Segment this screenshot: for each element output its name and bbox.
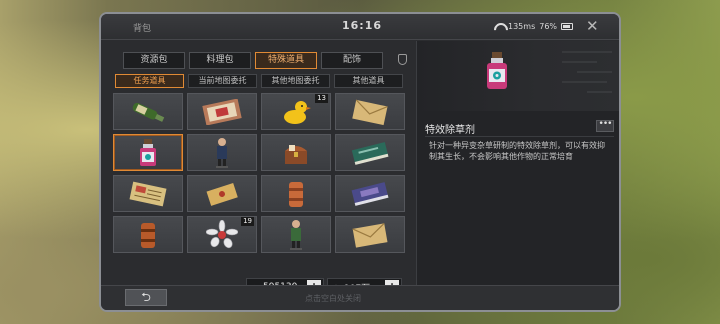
tab-cooking[interactable]: 料理包 bbox=[189, 52, 251, 69]
map-icon bbox=[129, 181, 167, 206]
subtab-other-items[interactable]: 其他道具 bbox=[334, 74, 403, 88]
backpack-window: 背包 16:16 135ms 76% ✕ 资源包 料理包 特殊道具 配饰 任务道… bbox=[99, 12, 621, 312]
item-slot[interactable] bbox=[335, 134, 405, 171]
tab-resources[interactable]: 资源包 bbox=[123, 52, 185, 69]
window-title: 背包 bbox=[133, 24, 152, 34]
chest-icon bbox=[285, 144, 307, 164]
tab-accessories[interactable]: 配饰 bbox=[321, 52, 383, 69]
subtab-quest-items[interactable]: 任务道具 bbox=[115, 74, 184, 88]
item-slot[interactable] bbox=[335, 175, 405, 212]
potion-icon bbox=[487, 52, 507, 89]
item-filter-tabs: 任务道具 当前地图委托 其他地图委托 其他道具 bbox=[115, 74, 403, 88]
item-slot[interactable] bbox=[113, 216, 183, 253]
back-button[interactable]: ⮌ bbox=[125, 289, 167, 306]
figurine-green-icon bbox=[290, 219, 302, 250]
notebook-icon bbox=[351, 181, 389, 206]
top-bar: 背包 16:16 135ms 76% ✕ bbox=[101, 14, 619, 40]
item-slot[interactable] bbox=[261, 216, 331, 253]
item-preview bbox=[417, 41, 619, 111]
item-slot[interactable]: 13 bbox=[261, 93, 331, 130]
close-hint: 点击空白处关闭 bbox=[305, 294, 361, 303]
item-slot-selected[interactable] bbox=[113, 134, 183, 171]
bottle-icon bbox=[132, 102, 165, 122]
item-slot[interactable] bbox=[187, 93, 257, 130]
flower-icon bbox=[206, 219, 238, 248]
item-detail-panel: 特效除草剂 ••• 针对一种异变杂草研制的特效除草剂，可以有效抑制其生长，不会影… bbox=[416, 41, 619, 285]
ping-text: 135ms bbox=[508, 22, 536, 31]
canister-icon bbox=[289, 181, 303, 207]
tab-special-items[interactable]: 特殊道具 bbox=[255, 52, 317, 69]
envelope-icon bbox=[352, 98, 388, 125]
item-slot[interactable] bbox=[113, 175, 183, 212]
item-slot[interactable] bbox=[261, 134, 331, 171]
item-slot[interactable] bbox=[187, 175, 257, 212]
certificate-icon bbox=[202, 98, 242, 125]
item-slot[interactable]: 19 bbox=[187, 216, 257, 253]
close-icon[interactable]: ✕ bbox=[586, 17, 599, 35]
bag-tabs: 资源包 料理包 特殊道具 配饰 bbox=[123, 52, 383, 69]
item-count: 19 bbox=[241, 217, 254, 226]
inventory-panel: 资源包 料理包 特殊道具 配饰 任务道具 当前地图委托 其他地图委托 其他道具 bbox=[101, 40, 413, 296]
item-count: 13 bbox=[315, 94, 328, 103]
battery-text: 76% bbox=[539, 22, 558, 31]
letter-icon bbox=[206, 182, 238, 206]
barrel-icon bbox=[141, 222, 155, 248]
subtab-other-map-commissions[interactable]: 其他地图委托 bbox=[261, 74, 330, 88]
duck-icon bbox=[284, 100, 311, 124]
divider bbox=[425, 136, 614, 137]
bottom-bar: ⮌ 点击空白处关闭 bbox=[101, 285, 619, 310]
potion-icon bbox=[140, 138, 156, 166]
item-slot[interactable] bbox=[261, 175, 331, 212]
item-slot[interactable] bbox=[335, 216, 405, 253]
wifi-icon bbox=[494, 23, 504, 31]
decorative-lines-icon bbox=[562, 51, 612, 93]
item-grid: 13 19 bbox=[113, 93, 405, 253]
item-description: 针对一种异变杂草研制的特效除草剂，可以有效抑制其生长，不会影响其他作物的正常培育 bbox=[429, 141, 605, 161]
item-slot[interactable] bbox=[335, 93, 405, 130]
item-name: 特效除草剂 bbox=[425, 125, 475, 136]
item-slot[interactable] bbox=[187, 134, 257, 171]
item-slot[interactable] bbox=[113, 93, 183, 130]
more-options-button[interactable]: ••• bbox=[596, 120, 614, 132]
battery-icon bbox=[561, 23, 574, 30]
book-icon bbox=[351, 141, 389, 165]
subtab-current-map-commissions[interactable]: 当前地图委托 bbox=[188, 74, 257, 88]
device-status: 135ms 76% bbox=[494, 22, 574, 31]
shield-icon[interactable] bbox=[398, 54, 407, 65]
clock: 16:16 bbox=[342, 19, 383, 32]
envelope-icon bbox=[352, 222, 388, 248]
figurine-icon bbox=[216, 137, 228, 168]
